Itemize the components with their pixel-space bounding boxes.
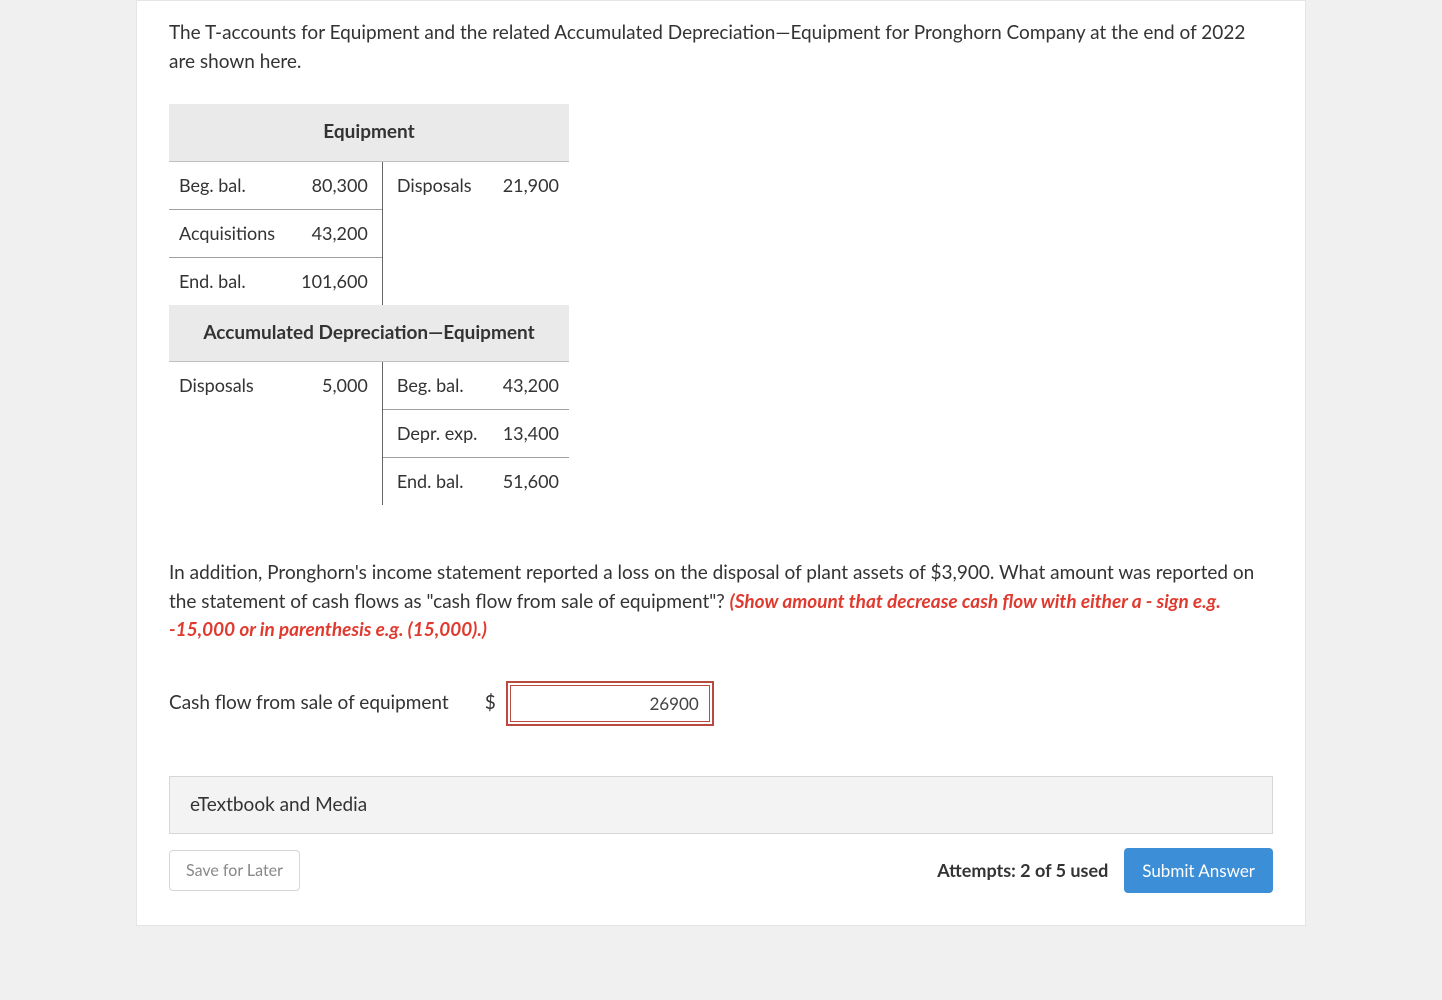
table-row: Beg. bal. 80,300 Disposals 21,900 bbox=[169, 161, 569, 209]
cell-label: End. bal. bbox=[382, 458, 490, 506]
currency-symbol: $ bbox=[485, 689, 496, 718]
table-row: Depr. exp. 13,400 bbox=[169, 410, 569, 458]
cell-value: 80,300 bbox=[288, 161, 382, 209]
etextbook-media-button[interactable]: eTextbook and Media bbox=[169, 776, 1273, 835]
cell-label: Disposals bbox=[382, 161, 490, 209]
table-row: Disposals 5,000 Beg. bal. 43,200 bbox=[169, 362, 569, 410]
cell-label: Disposals bbox=[169, 362, 288, 410]
table-row: End. bal. 101,600 bbox=[169, 257, 569, 305]
accum-header: Accumulated Depreciation—Equipment bbox=[169, 305, 569, 362]
cell-label: Beg. bal. bbox=[382, 362, 490, 410]
cell-label bbox=[382, 257, 490, 305]
cell-value bbox=[490, 257, 569, 305]
save-for-later-button[interactable]: Save for Later bbox=[169, 850, 300, 891]
intro-text: The T-accounts for Equipment and the rel… bbox=[169, 1, 1273, 76]
cell-label bbox=[169, 458, 288, 506]
cell-value: 5,000 bbox=[288, 362, 382, 410]
attempts-label: Attempts: 2 of 5 used bbox=[937, 857, 1108, 884]
cell-label: End. bal. bbox=[169, 257, 288, 305]
cell-value: 51,600 bbox=[490, 458, 569, 506]
cell-value bbox=[288, 410, 382, 458]
table-row: End. bal. 51,600 bbox=[169, 458, 569, 506]
cell-label: Depr. exp. bbox=[382, 410, 490, 458]
cell-label: Beg. bal. bbox=[169, 161, 288, 209]
answer-label: Cash flow from sale of equipment bbox=[169, 689, 449, 718]
footer-right: Attempts: 2 of 5 used Submit Answer bbox=[937, 848, 1273, 893]
t-accounts-table: Equipment Beg. bal. 80,300 Disposals 21,… bbox=[169, 104, 569, 505]
equipment-header: Equipment bbox=[169, 104, 569, 161]
cell-label bbox=[169, 410, 288, 458]
question-card: The T-accounts for Equipment and the rel… bbox=[136, 0, 1306, 926]
cell-value: 43,200 bbox=[490, 362, 569, 410]
cell-value: 101,600 bbox=[288, 257, 382, 305]
answer-row: Cash flow from sale of equipment $ bbox=[169, 685, 1273, 722]
footer-row: Save for Later Attempts: 2 of 5 used Sub… bbox=[169, 848, 1273, 893]
answer-input[interactable] bbox=[510, 685, 710, 722]
cell-label: Acquisitions bbox=[169, 209, 288, 257]
cell-label bbox=[382, 209, 490, 257]
question-text: In addition, Pronghorn's income statemen… bbox=[169, 559, 1273, 645]
table-row: Acquisitions 43,200 bbox=[169, 209, 569, 257]
cell-value: 21,900 bbox=[490, 161, 569, 209]
cell-value: 13,400 bbox=[490, 410, 569, 458]
submit-answer-button[interactable]: Submit Answer bbox=[1124, 848, 1273, 893]
cell-value bbox=[288, 458, 382, 506]
cell-value bbox=[490, 209, 569, 257]
cell-value: 43,200 bbox=[288, 209, 382, 257]
resources-label: eTextbook and Media bbox=[190, 793, 367, 816]
